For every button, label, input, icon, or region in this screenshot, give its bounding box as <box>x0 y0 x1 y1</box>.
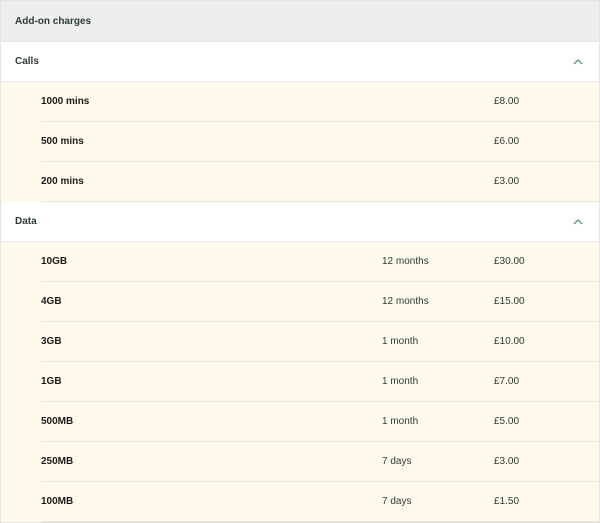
addon-price: £1.50 <box>494 496 520 507</box>
addon-price: £6.00 <box>494 136 520 147</box>
addon-duration: 12 months <box>382 256 429 267</box>
addon-price: £8.00 <box>494 96 520 107</box>
table-row: 250MB 7 days £3.00 <box>41 442 599 482</box>
table-row: 100MB 7 days £1.50 <box>41 482 599 522</box>
table-row: 200 mins £3.00 <box>41 162 599 202</box>
table-row: 500MB 1 month £5.00 <box>41 402 599 442</box>
addon-duration: 7 days <box>382 496 412 507</box>
panel-title: Add-on charges <box>1 1 599 42</box>
table-row: 1000 mins £8.00 <box>41 82 599 122</box>
addon-name: 200 mins <box>41 176 84 187</box>
addon-price: £3.00 <box>494 456 520 467</box>
section-title: Calls <box>15 56 39 67</box>
table-row: 3GB 1 month £10.00 <box>41 322 599 362</box>
addon-name: 4GB <box>41 296 62 307</box>
table-row: 10GB 12 months £30.00 <box>41 242 599 282</box>
addon-name: 10GB <box>41 256 68 267</box>
addon-price: £30.00 <box>494 256 525 267</box>
addon-duration: 12 months <box>382 296 429 307</box>
section-title: Data <box>15 216 37 227</box>
addon-price: £10.00 <box>494 336 525 347</box>
addon-price: £7.00 <box>494 376 520 387</box>
addon-name: 1GB <box>41 376 62 387</box>
section-header-calls[interactable]: Calls <box>1 42 599 82</box>
table-row: 4GB 12 months £15.00 <box>41 282 599 322</box>
addon-duration: 1 month <box>382 376 419 387</box>
chevron-up-icon[interactable] <box>571 215 585 229</box>
add-on-charges-panel: Add-on charges Calls 1000 mins £8.00 500… <box>0 0 600 523</box>
data-rows: 10GB 12 months £30.00 4GB 12 months £15.… <box>1 242 599 522</box>
addon-name: 100MB <box>41 496 74 507</box>
addon-name: 250MB <box>41 456 74 467</box>
addon-price: £3.00 <box>494 176 520 187</box>
calls-rows: 1000 mins £8.00 500 mins £6.00 200 mins … <box>1 82 599 202</box>
addon-duration: 1 month <box>382 416 419 427</box>
chevron-up-icon[interactable] <box>571 55 585 69</box>
addon-name: 1000 mins <box>41 96 90 107</box>
addon-duration: 7 days <box>382 456 412 467</box>
addon-price: £15.00 <box>494 296 525 307</box>
addon-name: 3GB <box>41 336 62 347</box>
addon-name: 500MB <box>41 416 74 427</box>
table-row: 1GB 1 month £7.00 <box>41 362 599 402</box>
addon-duration: 1 month <box>382 336 419 347</box>
section-header-data[interactable]: Data <box>1 202 599 242</box>
addon-name: 500 mins <box>41 136 84 147</box>
table-row: 500 mins £6.00 <box>41 122 599 162</box>
addon-price: £5.00 <box>494 416 520 427</box>
